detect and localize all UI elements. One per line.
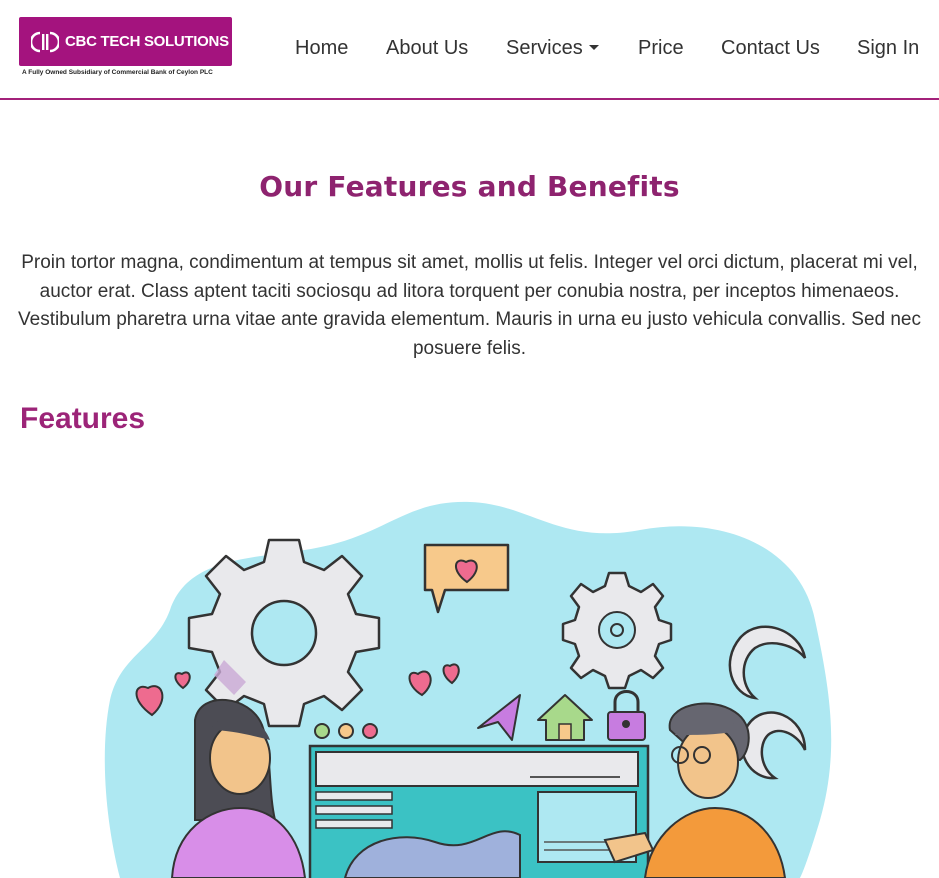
logo-tagline: A Fully Owned Subsidiary of Commercial B…: [22, 69, 213, 76]
intro-paragraph: Proin tortor magna, condimentum at tempu…: [18, 252, 922, 359]
nav-about-us[interactable]: About Us: [386, 37, 468, 60]
small-gear-icon: [561, 571, 673, 690]
nav-menu: Home About Us Services Price Contact Us …: [0, 37, 939, 61]
features-heading: Features: [20, 402, 146, 435]
nav-services-dropdown[interactable]: Services: [506, 37, 599, 60]
top-navbar: CBC TECH SOLUTIONS A Fully Owned Subsidi…: [0, 0, 939, 100]
nav-home[interactable]: Home: [295, 37, 348, 60]
features-illustration: [104, 501, 832, 878]
nav-price[interactable]: Price: [638, 37, 684, 60]
large-gear-icon: [187, 538, 381, 728]
nav-contact-us[interactable]: Contact Us: [721, 37, 820, 60]
caret-down-icon: [588, 45, 599, 51]
browser-window-icon: [308, 744, 650, 878]
nav-services-label: Services: [506, 37, 583, 59]
section-title: Our Features and Benefits: [259, 170, 680, 203]
nav-sign-in[interactable]: Sign In: [857, 37, 919, 60]
